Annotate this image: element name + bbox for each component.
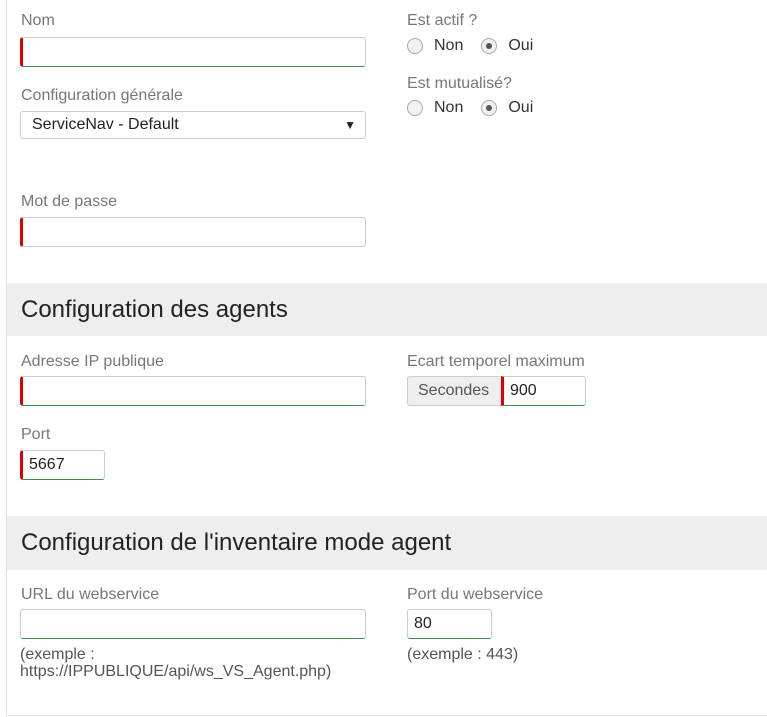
mot-de-passe-label: Mot de passe bbox=[21, 193, 118, 210]
config-generale-label: Configuration générale bbox=[21, 87, 183, 104]
port-webservice-input[interactable] bbox=[407, 609, 492, 639]
ip-publique-label: Adresse IP publique bbox=[21, 353, 164, 370]
nom-label: Nom bbox=[21, 12, 55, 29]
radio-checked-icon[interactable] bbox=[481, 100, 498, 116]
url-help-line1: (exemple : bbox=[20, 646, 95, 663]
ecart-label: Ecart temporel maximum bbox=[407, 353, 585, 370]
est-mutualise-option-oui[interactable]: Oui bbox=[481, 99, 533, 117]
config-generale-value: ServiceNav - Default bbox=[32, 116, 179, 133]
url-help-line2: https://IPPUBLIQUE/api/ws_VS_Agent.php) bbox=[20, 663, 332, 680]
section-agents-header: Configuration des agents bbox=[7, 283, 767, 336]
url-webservice-help: (exemple : https://IPPUBLIQUE/api/ws_VS_… bbox=[20, 646, 331, 680]
est-actif-option-oui[interactable]: Oui bbox=[481, 37, 533, 55]
radio-label: Oui bbox=[508, 99, 534, 116]
ip-publique-input[interactable] bbox=[20, 376, 366, 406]
est-mutualise-label: Est mutualisé? bbox=[407, 75, 512, 92]
radio-label: Oui bbox=[508, 37, 534, 54]
est-actif-option-non[interactable]: Non bbox=[407, 37, 463, 55]
url-webservice-label: URL du webservice bbox=[21, 586, 160, 603]
est-mutualise-radio-group: Non Oui bbox=[407, 98, 551, 118]
port-input[interactable] bbox=[20, 450, 105, 480]
caret-down-icon: ▼ bbox=[344, 118, 356, 132]
ecart-unit-addon: Secondes bbox=[407, 376, 502, 406]
est-mutualise-option-non[interactable]: Non bbox=[407, 99, 463, 117]
section-agents-title: Configuration des agents bbox=[21, 296, 288, 323]
url-webservice-input[interactable] bbox=[20, 609, 366, 639]
port-webservice-label: Port du webservice bbox=[407, 586, 544, 603]
mot-de-passe-input[interactable] bbox=[20, 217, 366, 247]
nom-input[interactable] bbox=[20, 37, 366, 67]
radio-label: Non bbox=[434, 99, 464, 116]
section-inventaire-title: Configuration de l'inventaire mode agent bbox=[21, 529, 452, 556]
radio-label: Non bbox=[434, 37, 464, 54]
section-inventaire-header: Configuration de l'inventaire mode agent bbox=[7, 516, 767, 570]
radio-unchecked-icon[interactable] bbox=[407, 38, 423, 54]
est-actif-radio-group: Non Oui bbox=[407, 36, 551, 56]
radio-checked-icon[interactable] bbox=[481, 38, 498, 54]
ecart-input[interactable] bbox=[501, 376, 586, 406]
port-label: Port bbox=[21, 426, 51, 443]
config-generale-select[interactable]: ServiceNav - Default ▼ bbox=[20, 111, 366, 139]
port-webservice-help: (exemple : 443) bbox=[407, 646, 519, 663]
radio-unchecked-icon[interactable] bbox=[407, 100, 423, 116]
est-actif-label: Est actif ? bbox=[407, 12, 478, 29]
